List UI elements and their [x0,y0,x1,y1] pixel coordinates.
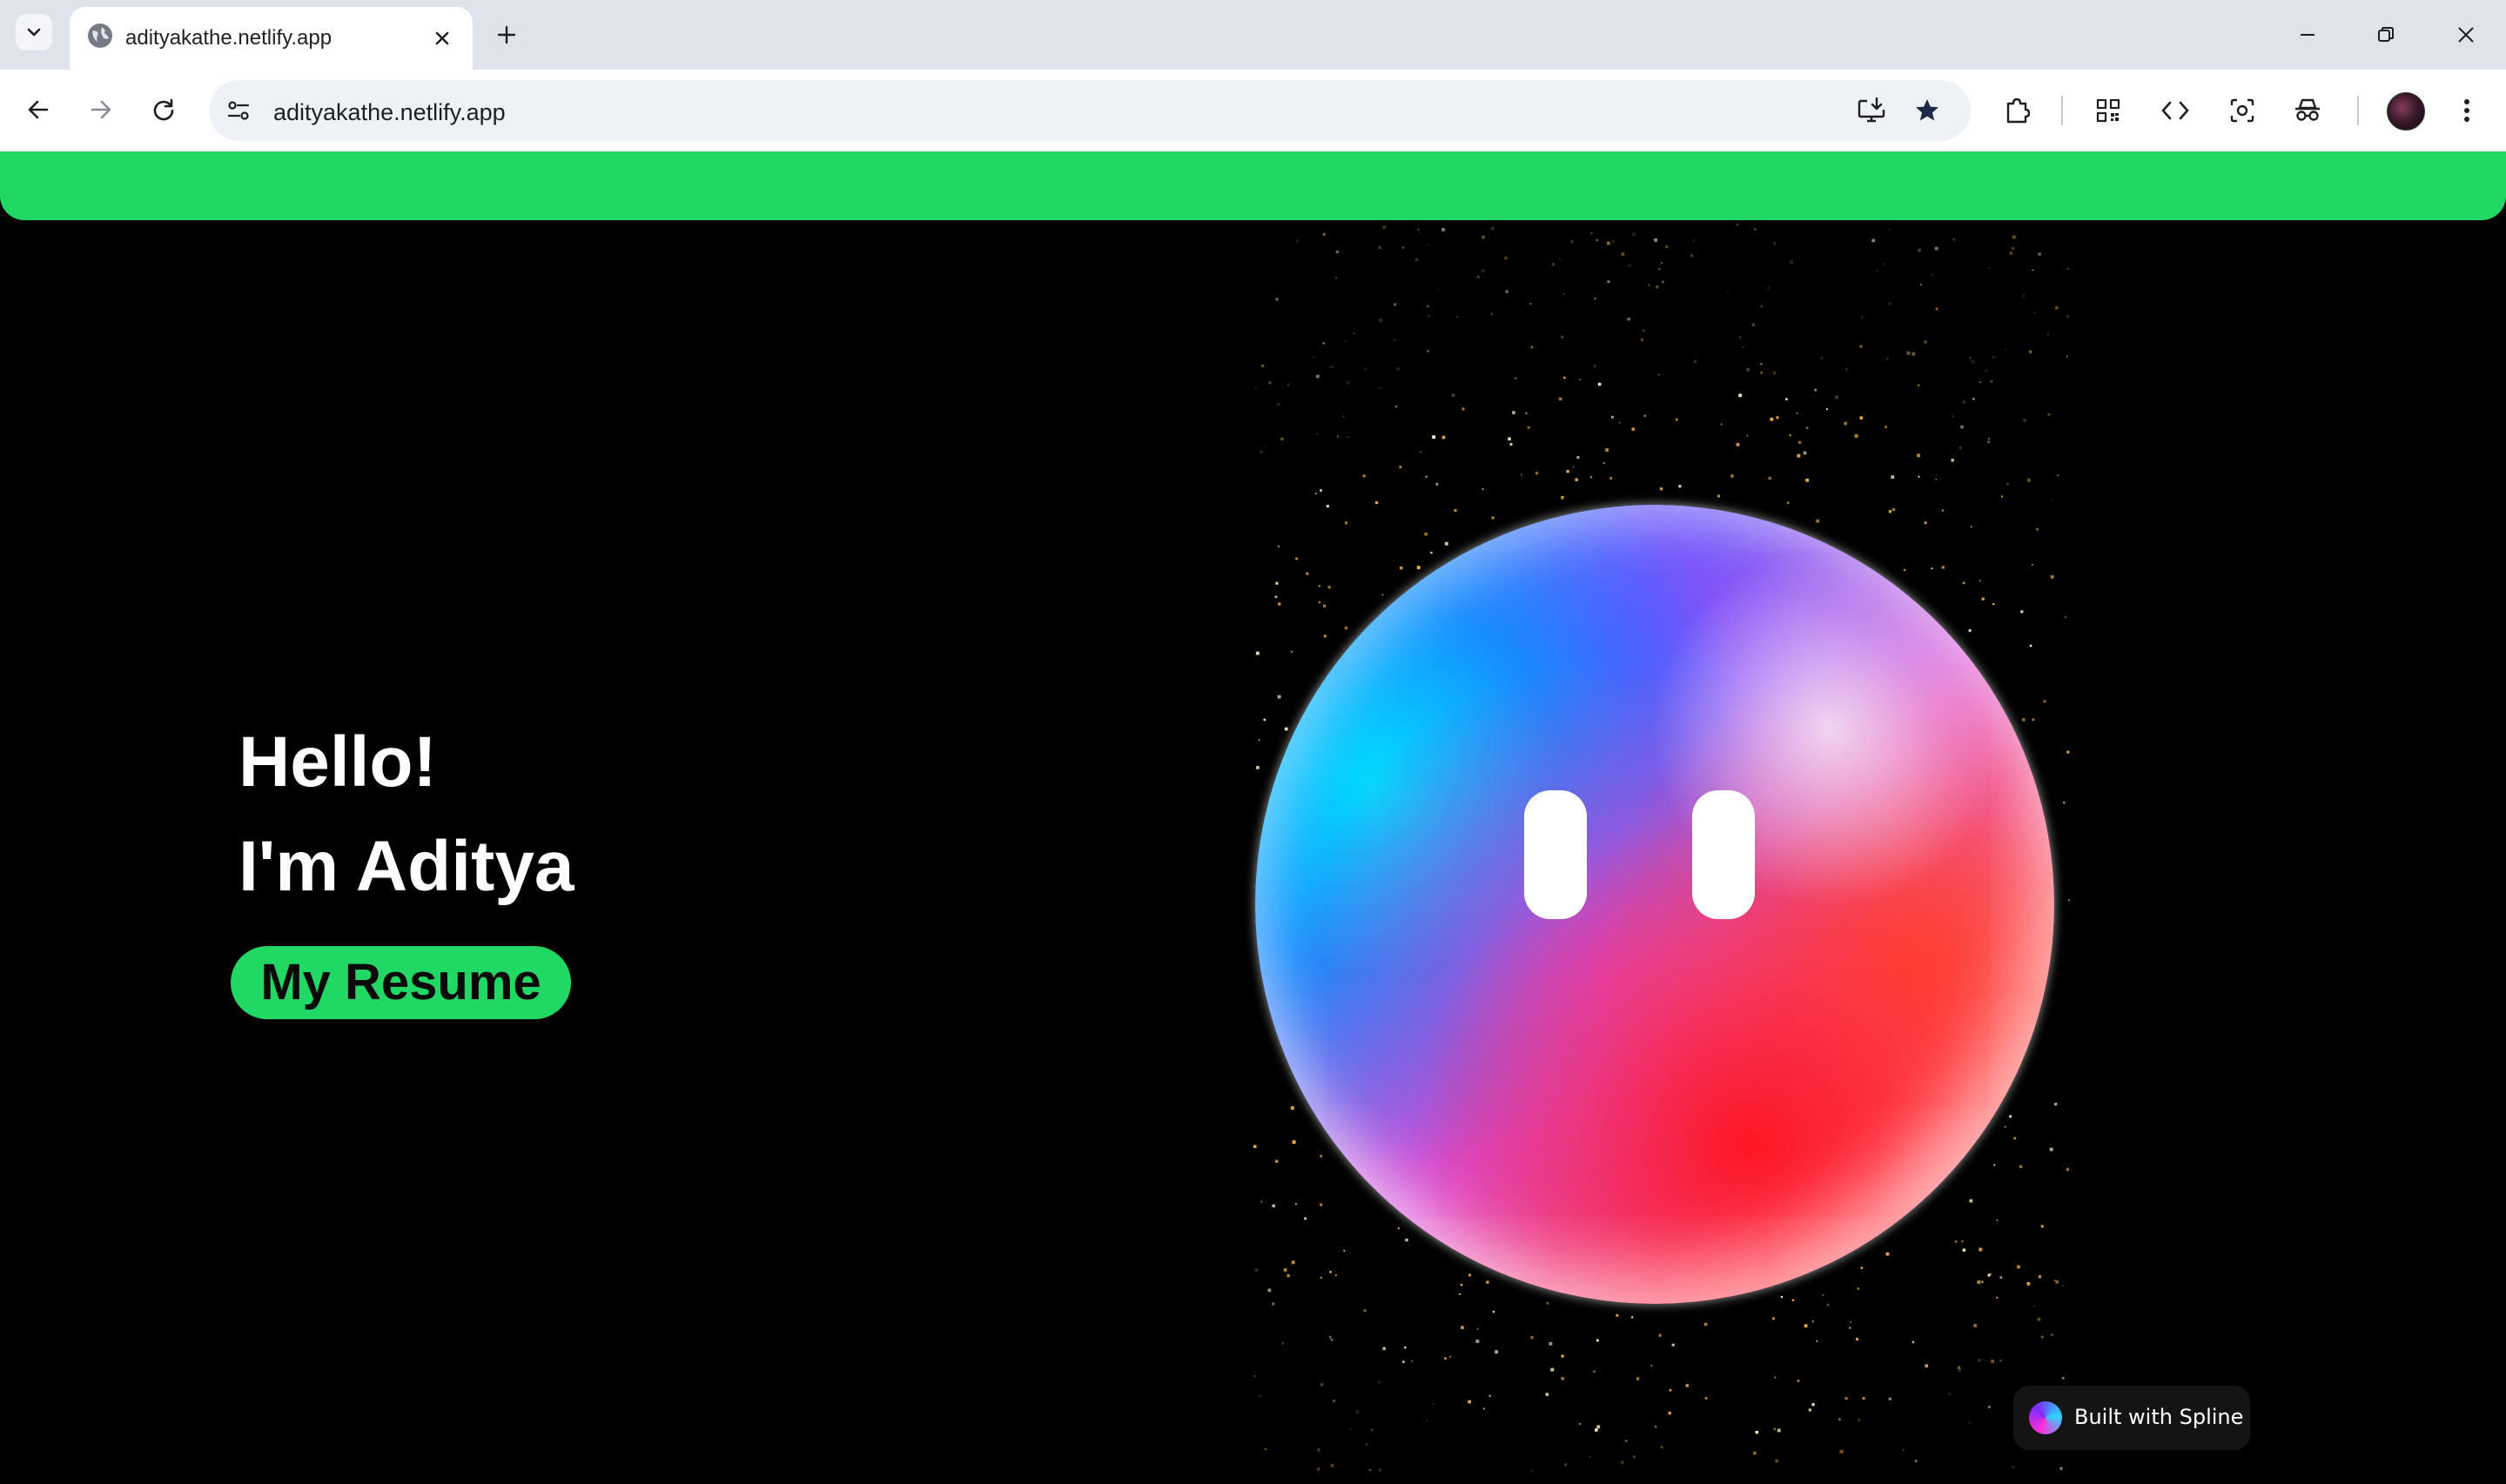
reload-icon [153,98,174,121]
hero-name: I'm Aditya [239,827,574,906]
screenshot-button[interactable] [2222,91,2262,131]
chevron-down-icon [27,28,41,37]
browser-tab[interactable]: adityakathe.netlify.app [70,7,473,70]
left-eye [1524,790,1587,919]
browser-toolbar: adityakathe.netlify.app [0,70,2506,151]
menu-button[interactable] [2449,91,2484,131]
install-app-button[interactable] [1852,91,1891,130]
close-icon [435,31,449,45]
hero-heading: Hello! I'm Aditya [239,710,574,919]
web-page: Hello! I'm Aditya My Resume Built with S… [0,151,2506,1484]
reload-button[interactable] [143,89,185,131]
profile-avatar[interactable] [2387,92,2425,131]
extensions-icon [2006,97,2031,124]
spline-logo-icon [2029,1401,2062,1434]
restore-icon [2378,27,2394,42]
devtools-icon [2161,101,2189,120]
badge-label: Built with Spline [2074,1405,2244,1429]
window-close-button[interactable] [2444,16,2488,54]
tab-title: adityakathe.netlify.app [125,26,333,50]
window-close-icon [2458,27,2474,43]
minimize-icon [2301,34,2315,36]
toolbar-separator [2357,96,2359,125]
screenshot-icon [2230,98,2254,123]
devtools-button[interactable] [2155,91,2195,131]
plus-icon [497,25,516,44]
resume-button[interactable]: My Resume [231,946,571,1019]
built-with-spline-badge[interactable]: Built with Spline [2013,1386,2250,1450]
gradient-bubble-character[interactable] [1255,505,2054,1304]
kebab-menu-icon [2464,99,2469,122]
tab-strip: adityakathe.netlify.app [0,0,2506,70]
address-bar[interactable]: adityakathe.netlify.app [209,80,1971,141]
close-tab-button[interactable] [427,23,458,54]
forward-button[interactable] [80,89,122,131]
minimize-button[interactable] [2286,16,2329,54]
back-button[interactable] [17,89,59,131]
install-app-icon [1858,97,1885,123]
url-text[interactable]: adityakathe.netlify.app [273,99,506,126]
site-info-button[interactable] [219,91,258,130]
qr-code-icon [2096,98,2120,123]
incognito-icon [2295,98,2320,121]
globe-favicon-icon [88,24,112,48]
right-eye [1692,790,1755,919]
qr-code-button[interactable] [2088,91,2128,131]
spline-3d-scene[interactable] [1010,204,2315,1484]
bookmark-button[interactable] [1908,91,1946,130]
restore-button[interactable] [2364,16,2408,54]
hero-greeting: Hello! [239,722,437,802]
toolbar-separator [2061,96,2063,125]
site-info-icon [227,101,250,120]
incognito-button[interactable] [2288,91,2328,131]
extensions-button[interactable] [1997,91,2037,131]
back-icon [28,100,49,119]
forward-icon [91,100,111,119]
new-tab-button[interactable] [489,17,524,52]
tab-search-button[interactable] [16,14,52,50]
bookmark-star-icon [1916,99,1938,121]
